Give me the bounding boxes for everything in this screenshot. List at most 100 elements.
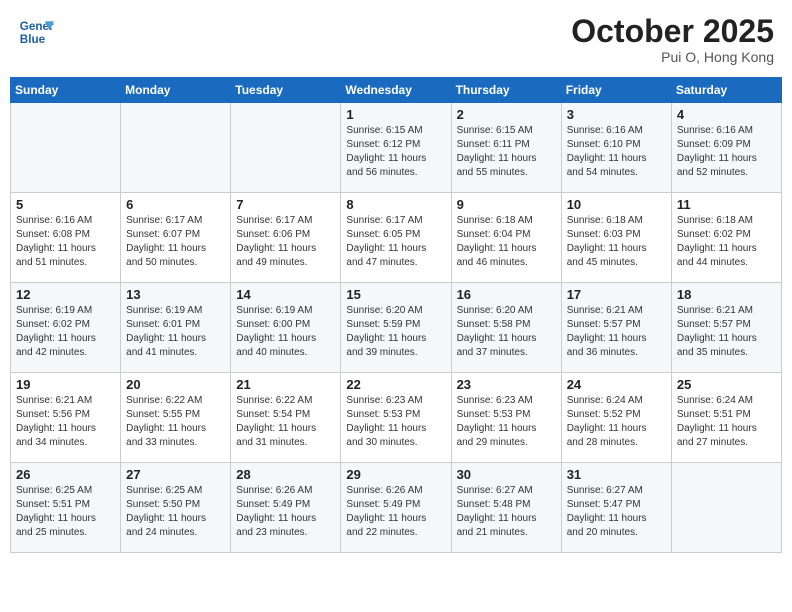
calendar-week-row: 19 Sunrise: 6:21 AM Sunset: 5:56 PM Dayli… — [11, 373, 782, 463]
day-number: 10 — [567, 197, 666, 212]
day-number: 15 — [346, 287, 445, 302]
day-info: Sunrise: 6:21 AM Sunset: 5:57 PM Dayligh… — [677, 304, 776, 360]
calendar-cell — [121, 103, 231, 193]
day-number: 18 — [677, 287, 776, 302]
calendar-cell: 27 Sunrise: 6:25 AM Sunset: 5:50 PM Dayli… — [121, 463, 231, 553]
calendar-cell: 24 Sunrise: 6:24 AM Sunset: 5:52 PM Dayli… — [561, 373, 671, 463]
day-number: 28 — [236, 467, 335, 482]
calendar-cell: 4Sunrise: 6:16 AM Sunset: 6:09 PM Daylig… — [671, 103, 781, 193]
day-number: 6 — [126, 197, 225, 212]
day-info: Sunrise: 6:27 AM Sunset: 5:47 PM Dayligh… — [567, 484, 666, 540]
calendar-cell: 10 Sunrise: 6:18 AM Sunset: 6:03 PM Dayli… — [561, 193, 671, 283]
day-number: 12 — [16, 287, 115, 302]
day-number: 30 — [457, 467, 556, 482]
day-number: 23 — [457, 377, 556, 392]
day-info: Sunrise: 6:25 AM Sunset: 5:51 PM Dayligh… — [16, 484, 115, 540]
month-title: October 2025 — [571, 14, 774, 49]
day-number: 26 — [16, 467, 115, 482]
calendar-cell: 16 Sunrise: 6:20 AM Sunset: 5:58 PM Dayli… — [451, 283, 561, 373]
day-number: 25 — [677, 377, 776, 392]
calendar-week-row: 12Sunrise: 6:19 AM Sunset: 6:02 PM Dayli… — [11, 283, 782, 373]
weekday-header: Thursday — [451, 78, 561, 103]
day-info: Sunrise: 6:17 AM Sunset: 6:05 PM Dayligh… — [346, 214, 445, 270]
calendar-cell: 14 Sunrise: 6:19 AM Sunset: 6:00 PM Dayli… — [231, 283, 341, 373]
day-number: 27 — [126, 467, 225, 482]
day-number: 14 — [236, 287, 335, 302]
day-info: Sunrise: 6:23 AM Sunset: 5:53 PM Dayligh… — [346, 394, 445, 450]
day-number: 19 — [16, 377, 115, 392]
calendar-cell: 3 Sunrise: 6:16 AM Sunset: 6:10 PM Daylig… — [561, 103, 671, 193]
day-number: 17 — [567, 287, 666, 302]
day-info: Sunrise: 6:26 AM Sunset: 5:49 PM Dayligh… — [236, 484, 335, 540]
calendar-cell: 20 Sunrise: 6:22 AM Sunset: 5:55 PM Dayli… — [121, 373, 231, 463]
weekday-header: Monday — [121, 78, 231, 103]
calendar-cell — [11, 103, 121, 193]
day-number: 4 — [677, 107, 776, 122]
logo: General Blue — [18, 14, 54, 50]
day-info: Sunrise: 6:26 AM Sunset: 5:49 PM Dayligh… — [346, 484, 445, 540]
calendar-cell — [671, 463, 781, 553]
day-info: Sunrise: 6:27 AM Sunset: 5:48 PM Dayligh… — [457, 484, 556, 540]
calendar-cell: 30 Sunrise: 6:27 AM Sunset: 5:48 PM Dayli… — [451, 463, 561, 553]
day-number: 2 — [457, 107, 556, 122]
day-info: Sunrise: 6:21 AM Sunset: 5:56 PM Dayligh… — [16, 394, 115, 450]
day-number: 22 — [346, 377, 445, 392]
calendar-cell: 7Sunrise: 6:17 AM Sunset: 6:06 PM Daylig… — [231, 193, 341, 283]
calendar-cell: 25 Sunrise: 6:24 AM Sunset: 5:51 PM Dayli… — [671, 373, 781, 463]
calendar-cell: 29 Sunrise: 6:26 AM Sunset: 5:49 PM Dayli… — [341, 463, 451, 553]
day-info: Sunrise: 6:16 AM Sunset: 6:08 PM Dayligh… — [16, 214, 115, 270]
day-info: Sunrise: 6:19 AM Sunset: 6:00 PM Dayligh… — [236, 304, 335, 360]
day-info: Sunrise: 6:18 AM Sunset: 6:04 PM Dayligh… — [457, 214, 556, 270]
day-info: Sunrise: 6:24 AM Sunset: 5:52 PM Dayligh… — [567, 394, 666, 450]
weekday-header: Sunday — [11, 78, 121, 103]
day-number: 16 — [457, 287, 556, 302]
day-number: 20 — [126, 377, 225, 392]
calendar-cell: 26 Sunrise: 6:25 AM Sunset: 5:51 PM Dayli… — [11, 463, 121, 553]
calendar-cell: 21 Sunrise: 6:22 AM Sunset: 5:54 PM Dayli… — [231, 373, 341, 463]
calendar-week-row: 5 Sunrise: 6:16 AM Sunset: 6:08 PM Daylig… — [11, 193, 782, 283]
svg-text:Blue: Blue — [20, 33, 46, 46]
day-info: Sunrise: 6:23 AM Sunset: 5:53 PM Dayligh… — [457, 394, 556, 450]
calendar-cell: 2 Sunrise: 6:15 AM Sunset: 6:11 PM Daylig… — [451, 103, 561, 193]
day-info: Sunrise: 6:22 AM Sunset: 5:54 PM Dayligh… — [236, 394, 335, 450]
calendar-cell: 15Sunrise: 6:20 AM Sunset: 5:59 PM Dayli… — [341, 283, 451, 373]
calendar-table: SundayMondayTuesdayWednesdayThursdayFrid… — [10, 77, 782, 553]
day-info: Sunrise: 6:25 AM Sunset: 5:50 PM Dayligh… — [126, 484, 225, 540]
weekday-header: Saturday — [671, 78, 781, 103]
day-info: Sunrise: 6:19 AM Sunset: 6:01 PM Dayligh… — [126, 304, 225, 360]
day-number: 13 — [126, 287, 225, 302]
day-info: Sunrise: 6:18 AM Sunset: 6:03 PM Dayligh… — [567, 214, 666, 270]
title-block: October 2025 Pui O, Hong Kong — [571, 14, 774, 65]
calendar-cell: 8 Sunrise: 6:17 AM Sunset: 6:05 PM Daylig… — [341, 193, 451, 283]
calendar-cell: 6 Sunrise: 6:17 AM Sunset: 6:07 PM Daylig… — [121, 193, 231, 283]
day-info: Sunrise: 6:20 AM Sunset: 5:58 PM Dayligh… — [457, 304, 556, 360]
day-number: 24 — [567, 377, 666, 392]
day-number: 29 — [346, 467, 445, 482]
weekday-header: Friday — [561, 78, 671, 103]
day-info: Sunrise: 6:16 AM Sunset: 6:10 PM Dayligh… — [567, 124, 666, 180]
calendar-cell: 17 Sunrise: 6:21 AM Sunset: 5:57 PM Dayli… — [561, 283, 671, 373]
day-info: Sunrise: 6:22 AM Sunset: 5:55 PM Dayligh… — [126, 394, 225, 450]
day-number: 9 — [457, 197, 556, 212]
calendar-week-row: 1Sunrise: 6:15 AM Sunset: 6:12 PM Daylig… — [11, 103, 782, 193]
day-number: 8 — [346, 197, 445, 212]
day-number: 21 — [236, 377, 335, 392]
calendar-cell: 31Sunrise: 6:27 AM Sunset: 5:47 PM Dayli… — [561, 463, 671, 553]
day-number: 3 — [567, 107, 666, 122]
day-number: 7 — [236, 197, 335, 212]
page-header: General Blue October 2025 Pui O, Hong Ko… — [10, 10, 782, 69]
day-info: Sunrise: 6:15 AM Sunset: 6:11 PM Dayligh… — [457, 124, 556, 180]
day-info: Sunrise: 6:21 AM Sunset: 5:57 PM Dayligh… — [567, 304, 666, 360]
calendar-cell: 23 Sunrise: 6:23 AM Sunset: 5:53 PM Dayli… — [451, 373, 561, 463]
day-number: 5 — [16, 197, 115, 212]
calendar-week-row: 26 Sunrise: 6:25 AM Sunset: 5:51 PM Dayli… — [11, 463, 782, 553]
calendar-cell: 22 Sunrise: 6:23 AM Sunset: 5:53 PM Dayli… — [341, 373, 451, 463]
calendar-cell: 13 Sunrise: 6:19 AM Sunset: 6:01 PM Dayli… — [121, 283, 231, 373]
calendar-cell: 9 Sunrise: 6:18 AM Sunset: 6:04 PM Daylig… — [451, 193, 561, 283]
calendar-cell: 18 Sunrise: 6:21 AM Sunset: 5:57 PM Dayli… — [671, 283, 781, 373]
day-info: Sunrise: 6:24 AM Sunset: 5:51 PM Dayligh… — [677, 394, 776, 450]
calendar-cell — [231, 103, 341, 193]
weekday-header: Tuesday — [231, 78, 341, 103]
day-info: Sunrise: 6:17 AM Sunset: 6:07 PM Dayligh… — [126, 214, 225, 270]
calendar-cell: 19 Sunrise: 6:21 AM Sunset: 5:56 PM Dayli… — [11, 373, 121, 463]
